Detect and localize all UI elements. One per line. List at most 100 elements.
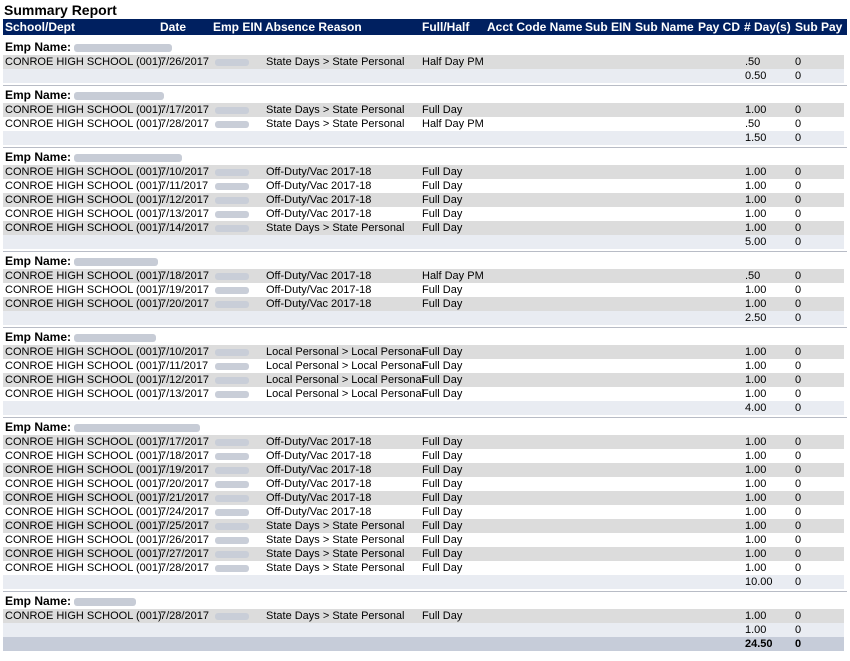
cell-emp-ein-redacted [215,565,249,572]
cell-absence-reason: Off-Duty/Vac 2017-18 [266,208,372,220]
cell-full-half: Half Day PM [422,56,484,68]
table-row: CONROE HIGH SCHOOL (001) 7/26/2017 State D… [3,533,844,547]
cell-emp-ein-redacted [215,495,249,502]
cell-days: 1.00 [745,374,767,386]
cell-absence-reason: State Days > State Personal [266,118,405,130]
cell-school: CONROE HIGH SCHOOL (001) [5,56,162,68]
cell-emp-ein-redacted [215,197,249,204]
cell-full-half: Full Day [422,492,463,504]
cell-full-half: Full Day [422,534,463,546]
cell-absence-reason: State Days > State Personal [266,520,405,532]
cell-school: CONROE HIGH SCHOOL (001) [5,222,162,234]
cell-sub-pay: 0 [795,436,802,448]
subtotal-row: 0.50 0 [3,69,844,83]
table-row: CONROE HIGH SCHOOL (001) 7/20/2017 Off-Dut… [3,297,844,311]
grand-total-days: 24.50 [745,638,773,650]
cell-emp-ein-redacted [215,453,249,460]
cell-sub-pay: 0 [795,478,802,490]
table-row: CONROE HIGH SCHOOL (001) 7/12/2017 Local P… [3,373,844,387]
cell-date: 7/28/2017 [160,610,209,622]
emp-name-label: Emp Name: [5,88,72,102]
cell-sub-pay: 0 [795,548,802,560]
col-header-full-half: Full/Half [422,20,470,34]
cell-emp-ein-redacted [215,613,249,620]
cell-days: 1.00 [745,180,767,192]
cell-sub-pay: 0 [795,208,802,220]
table-row: CONROE HIGH SCHOOL (001) 7/11/2017 Off-Dut… [3,179,844,193]
cell-days: 1.00 [745,360,767,372]
cell-date: 7/24/2017 [160,506,209,518]
cell-days: 1.00 [745,534,767,546]
subtotal-row: 4.00 0 [3,401,844,415]
cell-date: 7/13/2017 [160,208,209,220]
cell-date: 7/13/2017 [160,388,209,400]
cell-absence-reason: State Days > State Personal [266,610,405,622]
cell-absence-reason: Local Personal > Local Personal [266,374,425,386]
col-header-emp-ein: Emp EIN [213,20,263,34]
cell-days: 1.00 [745,166,767,178]
cell-absence-reason: Off-Duty/Vac 2017-18 [266,450,372,462]
cell-full-half: Full Day [422,222,463,234]
table-row: CONROE HIGH SCHOOL (001) 7/19/2017 Off-Dut… [3,283,844,297]
col-header-sub-ein: Sub EIN [585,20,632,34]
grand-total-row: 24.50 0 [3,637,844,651]
group-separator [3,417,847,418]
group-separator [3,85,847,86]
cell-absence-reason: Local Personal > Local Personal [266,360,425,372]
cell-emp-ein-redacted [215,537,249,544]
table-row: CONROE HIGH SCHOOL (001) 7/21/2017 Off-Dut… [3,491,844,505]
subtotal-sub-pay: 0 [795,70,802,82]
emp-name-heading: Emp Name: [5,254,159,268]
cell-date: 7/19/2017 [160,284,209,296]
cell-date: 7/27/2017 [160,548,209,560]
cell-absence-reason: Off-Duty/Vac 2017-18 [266,166,372,178]
grand-total-sub-pay: 0 [795,638,802,650]
subtotal-days: 4.00 [745,402,767,414]
col-header-school-dept: School/Dept [5,20,76,34]
cell-days: 1.00 [745,194,767,206]
cell-sub-pay: 0 [795,298,802,310]
cell-school: CONROE HIGH SCHOOL (001) [5,180,162,192]
cell-sub-pay: 0 [795,56,802,68]
emp-name-heading: Emp Name: [5,594,137,608]
cell-days: 1.00 [745,562,767,574]
cell-absence-reason: State Days > State Personal [266,56,405,68]
cell-absence-reason: Off-Duty/Vac 2017-18 [266,180,372,192]
cell-full-half: Full Day [422,284,463,296]
cell-school: CONROE HIGH SCHOOL (001) [5,104,162,116]
redacted-name [74,257,159,266]
redacted-name [74,153,183,162]
cell-school: CONROE HIGH SCHOOL (001) [5,464,162,476]
cell-date: 7/28/2017 [160,118,209,130]
subtotal-days: 1.00 [745,624,767,636]
cell-days: 1.00 [745,478,767,490]
subtotal-days: 2.50 [745,312,767,324]
cell-sub-pay: 0 [795,450,802,462]
col-header-sub-name: Sub Name [635,20,694,34]
cell-absence-reason: Off-Duty/Vac 2017-18 [266,284,372,296]
cell-absence-reason: State Days > State Personal [266,104,405,116]
group-separator [3,147,847,148]
cell-sub-pay: 0 [795,346,802,358]
table-row: CONROE HIGH SCHOOL (001) 7/12/2017 Off-Dut… [3,193,844,207]
cell-absence-reason: State Days > State Personal [266,562,405,574]
cell-emp-ein-redacted [215,273,249,280]
cell-date: 7/10/2017 [160,346,209,358]
col-header-days: # Day(s) [744,20,791,34]
cell-full-half: Full Day [422,506,463,518]
cell-absence-reason: Off-Duty/Vac 2017-18 [266,478,372,490]
emp-name-heading: Emp Name: [5,420,201,434]
cell-sub-pay: 0 [795,104,802,116]
cell-emp-ein-redacted [215,467,249,474]
cell-emp-ein-redacted [215,377,249,384]
col-header-date: Date [160,20,187,34]
cell-school: CONROE HIGH SCHOOL (001) [5,534,162,546]
cell-days: .50 [745,118,761,130]
cell-school: CONROE HIGH SCHOOL (001) [5,346,162,358]
cell-full-half: Half Day PM [422,270,484,282]
cell-emp-ein-redacted [215,363,249,370]
cell-school: CONROE HIGH SCHOOL (001) [5,208,162,220]
cell-days: 1.00 [745,610,767,622]
cell-school: CONROE HIGH SCHOOL (001) [5,548,162,560]
cell-date: 7/12/2017 [160,194,209,206]
